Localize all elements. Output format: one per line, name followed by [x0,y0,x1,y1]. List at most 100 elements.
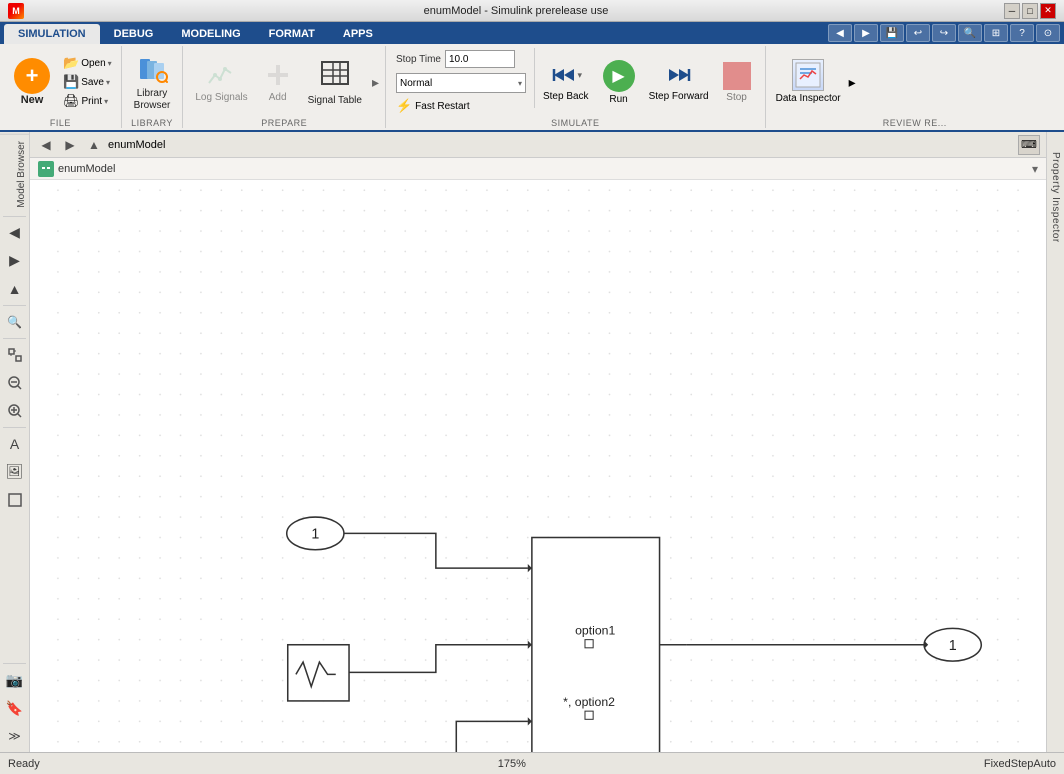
save-label: Save [81,77,104,88]
status-solver: FixedStepAuto [984,758,1056,770]
back-button[interactable]: ◀ [828,24,852,42]
keyboard-button[interactable]: ⌨ [1018,135,1040,155]
simulate-group-label: SIMULATE [392,118,759,128]
tab-format[interactable]: FORMAT [255,24,329,44]
step-back-dropdown[interactable]: ▾ [578,70,583,81]
stop-button[interactable]: Stop [715,48,759,116]
mode-label: Normal [400,78,432,89]
minimize-button[interactable]: ─ [1004,3,1020,19]
nav-back-button[interactable]: ◀ [36,135,56,155]
sidebar-tool-fitview[interactable] [2,342,28,368]
canvas-area[interactable]: 1 option1 *, option2 [30,180,1046,752]
out1-label: 1 [949,638,957,654]
print-dropdown-arrow[interactable]: ▾ [104,97,108,106]
open-button[interactable]: 📂 Open ▾ [60,54,115,72]
step-forward-button[interactable]: Step Forward [645,48,713,116]
sidebar-tool-zoomin[interactable] [2,398,28,424]
sidebar-tool-rect[interactable] [2,487,28,513]
log-signals-button[interactable]: Log Signals [189,48,253,116]
step-back-button[interactable]: ▾ Step Back [539,48,593,116]
tab-apps[interactable]: APPS [329,24,387,44]
sidebar-tool-up[interactable]: ▲ [2,276,28,302]
file-group: + New 📂 Open ▾ 💾 Save ▾ 🖨 Print ▾ [0,46,122,128]
save-button[interactable]: 💾 Save ▾ [60,73,115,91]
sidebar-tool-bookmark[interactable]: 🔖 [2,695,28,721]
signal-table-icon [319,57,351,92]
zoom-button[interactable]: 🔍 [958,24,982,42]
prepare-group-content: Log Signals Add [189,48,379,116]
breadcrumb-dropdown[interactable]: ▾ [1032,162,1038,176]
log-signals-icon [207,61,235,89]
library-group-label: LIBRARY [128,118,177,128]
undo-button[interactable]: ↩ [906,24,930,42]
simulation-mode-select[interactable]: Normal ▾ [396,73,526,93]
fwd-button[interactable]: ▶ [854,24,878,42]
settings-button[interactable]: ⊙ [1036,24,1060,42]
sidebar-tool-zoomout[interactable] [2,370,28,396]
nav-forward-button[interactable]: ▶ [60,135,80,155]
fast-restart-icon: ⚡ [396,98,412,114]
data-inspector-icon [792,59,824,91]
sidebar-tool-back[interactable]: ◀ [2,220,28,246]
print-icon: 🖨 [63,93,80,109]
print-button[interactable]: 🖨 Print ▾ [60,92,115,110]
tab-simulation[interactable]: SIMULATION [4,24,100,44]
expand-button[interactable]: ⊞ [984,24,1008,42]
property-inspector-panel[interactable]: Property Inspector [1046,132,1064,752]
mux-block[interactable] [532,538,660,753]
file-group-content: + New 📂 Open ▾ 💾 Save ▾ 🖨 Print ▾ [6,48,115,116]
sidebar-expand[interactable]: ≫ [2,723,28,749]
maximize-button[interactable]: □ [1022,3,1038,19]
sidebar-tool-image[interactable]: 🖼 [2,459,28,485]
run-button[interactable]: ▶ Run [595,48,643,116]
stop-time-row: Stop Time [396,50,526,68]
add-button[interactable]: Add [256,48,300,116]
tab-debug[interactable]: DEBUG [100,24,168,44]
review-expand-arrow[interactable]: ▸ [849,74,856,91]
sidebar-divider-4 [3,427,26,428]
signal-table-button[interactable]: Signal Table [302,48,368,116]
fast-restart-toggle[interactable]: ⚡ Fast Restart [396,98,526,114]
file-secondary-buttons: 📂 Open ▾ 💾 Save ▾ 🖨 Print ▾ [60,54,115,110]
redo-button[interactable]: ↪ [932,24,956,42]
data-inspector-label: Data Inspector [776,93,841,105]
save-dropdown-arrow[interactable]: ▾ [106,78,110,87]
mux-option2-label: *, option2 [563,695,615,709]
save-icon: 💾 [63,74,79,90]
content-area: ◀ ▶ ▲ enumModel ⌨ enumModel ▾ [30,132,1046,752]
tab-modeling[interactable]: MODELING [167,24,254,44]
prepare-group: Log Signals Add [183,46,386,128]
status-ready: Ready [8,758,40,770]
run-label: Run [609,94,627,105]
sidebar-divider-3 [3,338,26,339]
model-browser-label[interactable]: Model Browser [0,134,29,214]
sidebar-tool-fwd[interactable]: ▶ [2,248,28,274]
new-button[interactable]: + New [6,48,58,116]
sidebar-tool-search[interactable]: 🔍 [2,309,28,335]
property-inspector-label: Property Inspector [1050,152,1061,243]
mux-option1-label: option1 [575,624,615,638]
address-bar: ◀ ▶ ▲ enumModel ⌨ [30,132,1046,158]
sidebar-tool-text[interactable]: A [2,431,28,457]
open-dropdown-arrow[interactable]: ▾ [108,59,112,68]
step-forward-icon [665,61,693,89]
review-group-content: Data Inspector ▸ [772,48,856,116]
ribbon-tab-bar: SIMULATION DEBUG MODELING FORMAT APPS ◀ … [0,22,1064,44]
sidebar-divider-1 [3,216,26,217]
help-button[interactable]: ? [1010,24,1034,42]
app-icon: M [8,3,24,19]
close-button[interactable]: ✕ [1040,3,1056,19]
nav-up-button[interactable]: ▲ [84,135,104,155]
prepare-group-label: PREPARE [189,118,379,128]
stop-time-input[interactable] [445,50,515,68]
sidebar-divider-5 [3,663,26,664]
sim-controls: Stop Time Normal ▾ ⚡ Fast Restart [392,48,530,116]
save-ribbon-button[interactable]: 💾 [880,24,904,42]
library-icon [136,53,168,85]
library-browser-button[interactable]: LibraryBrowser [128,48,177,116]
new-label: New [21,94,44,106]
prepare-expand-arrow[interactable]: ▸ [372,74,379,91]
data-inspector-button[interactable]: Data Inspector [772,48,845,116]
stop-time-label: Stop Time [396,54,441,65]
sidebar-tool-camera[interactable]: 📷 [2,667,28,693]
